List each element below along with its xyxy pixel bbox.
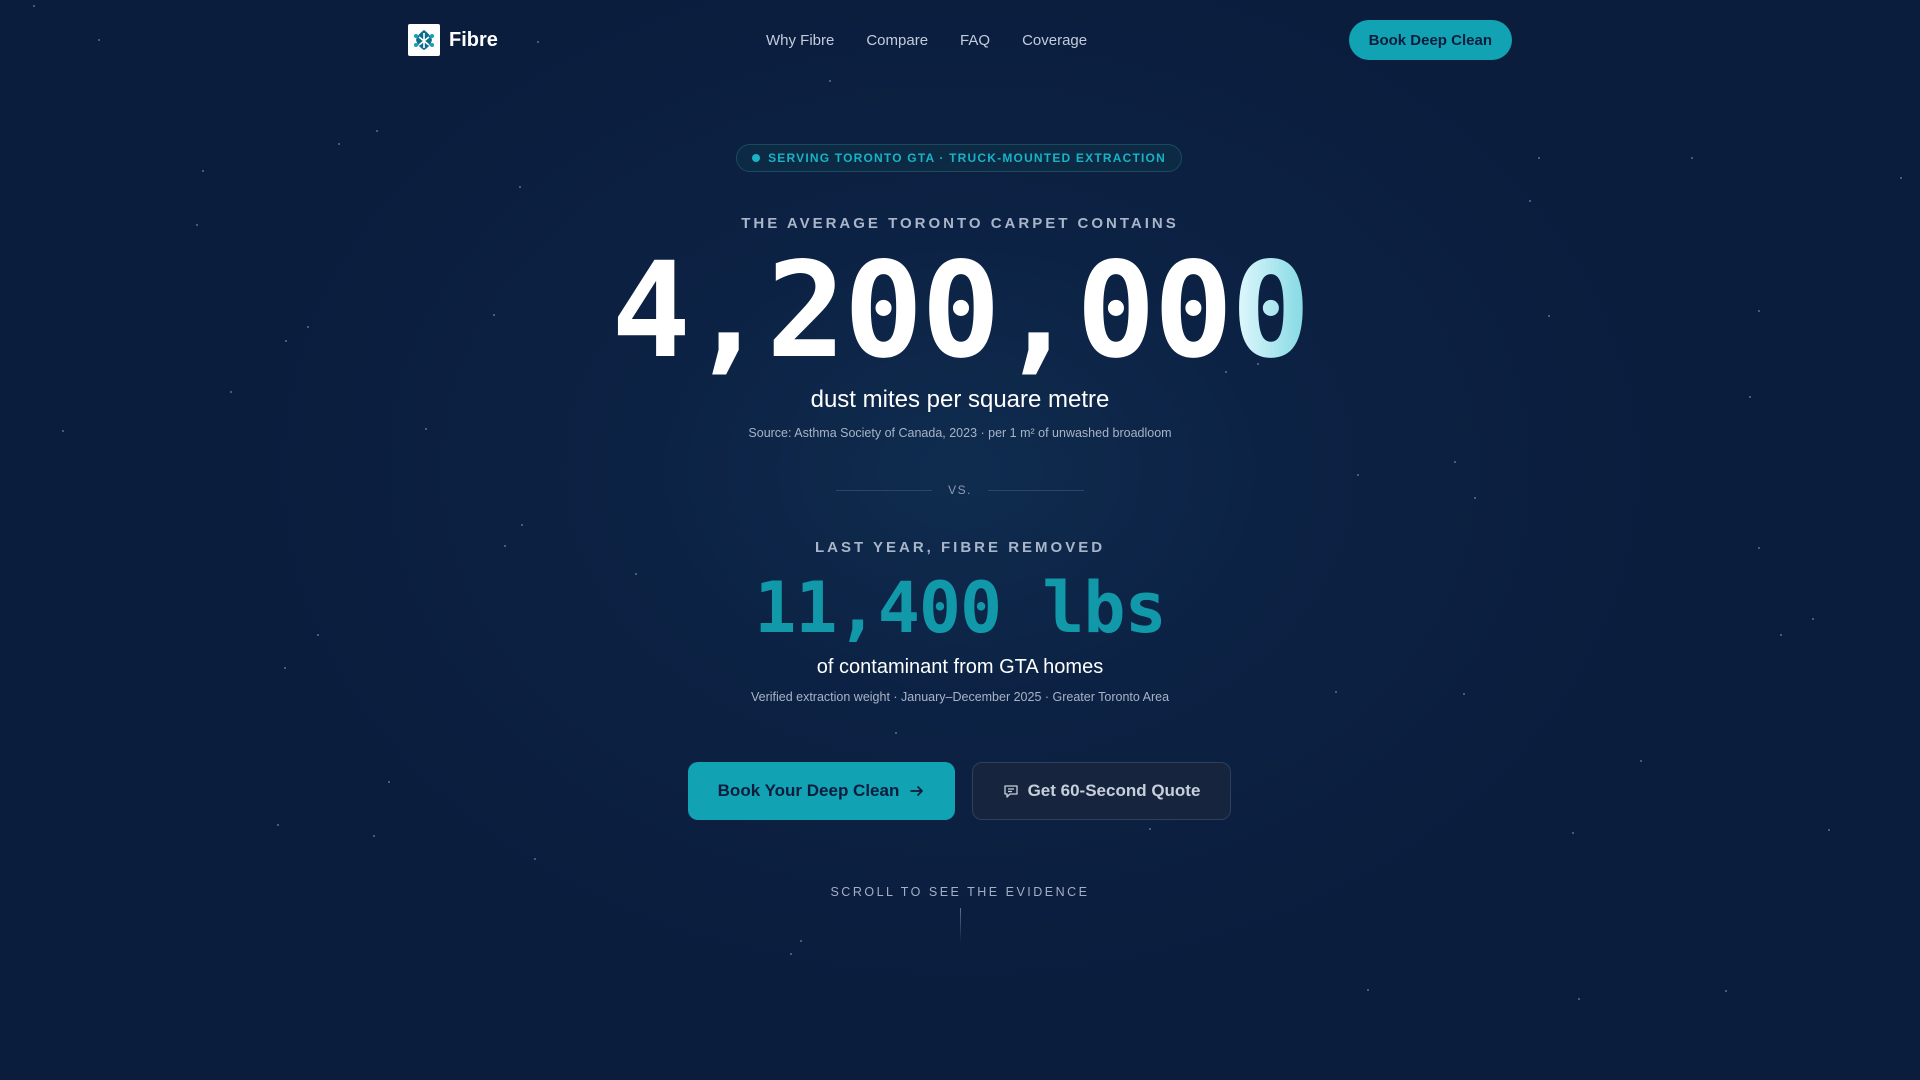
nav-link-coverage[interactable]: Coverage [1022, 32, 1087, 49]
nav-links: Why Fibre Compare FAQ Coverage [766, 20, 1087, 60]
vs-line-right [987, 489, 1084, 491]
scroll-hint: SCROLL TO SEE THE EVIDENCE [830, 885, 1090, 899]
stat2-unit-line: of contaminant from GTA homes [816, 656, 1104, 678]
stat2-source: Verified extraction weight · January–Dec… [750, 690, 1170, 704]
nav-link-faq[interactable]: FAQ [960, 32, 990, 49]
scroll-indicator-line [960, 908, 961, 942]
service-area-badge: SERVING TORONTO GTA · TRUCK-MOUNTED EXTR… [736, 144, 1182, 172]
top-navigation: Fibre Why Fibre Compare FAQ Coverage Boo… [408, 20, 1512, 60]
stat1-eyebrow: THE AVERAGE TORONTO CARPET CONTAINS [741, 215, 1179, 232]
nav-link-compare[interactable]: Compare [866, 32, 928, 49]
contaminant-removed-weight: 11,400 lbs [754, 567, 1166, 649]
stat1-unit-line: dust mites per square metre [810, 386, 1110, 413]
vs-label: VS. [948, 483, 972, 497]
stat2-eyebrow: LAST YEAR, FIBRE REMOVED [814, 539, 1106, 556]
vs-line-left [836, 489, 933, 491]
brand-name: Fibre [449, 28, 498, 51]
brand-logo[interactable]: Fibre [408, 24, 498, 56]
dust-mite-count-main: 4,200,00 [611, 234, 1233, 388]
book-deep-clean-button[interactable]: Book Deep Clean [1348, 20, 1512, 60]
dust-mite-count: 4,200,000 [0, 236, 1920, 386]
book-your-deep-clean-label: Book Your Deep Clean [717, 781, 900, 800]
nav-link-why-fibre[interactable]: Why Fibre [766, 32, 834, 49]
badge-text: SERVING TORONTO GTA · TRUCK-MOUNTED EXTR… [768, 151, 1166, 165]
hero-cta-group: Book Your Deep Clean Get 60-Second Quote [688, 762, 1232, 820]
get-quote-label: Get 60-Second Quote [1027, 781, 1201, 800]
arrow-right-icon [910, 786, 924, 796]
fibre-logo-icon [408, 24, 440, 56]
book-your-deep-clean-button[interactable]: Book Your Deep Clean [688, 762, 955, 820]
chat-bubble-icon [1003, 785, 1018, 798]
vs-divider: VS. [836, 483, 1084, 497]
stat1-source: Source: Asthma Society of Canada, 2023 ·… [748, 426, 1172, 440]
status-dot-icon [752, 154, 761, 162]
dust-mite-count-fade: 0 [1231, 234, 1310, 388]
get-quote-button[interactable]: Get 60-Second Quote [972, 762, 1231, 820]
